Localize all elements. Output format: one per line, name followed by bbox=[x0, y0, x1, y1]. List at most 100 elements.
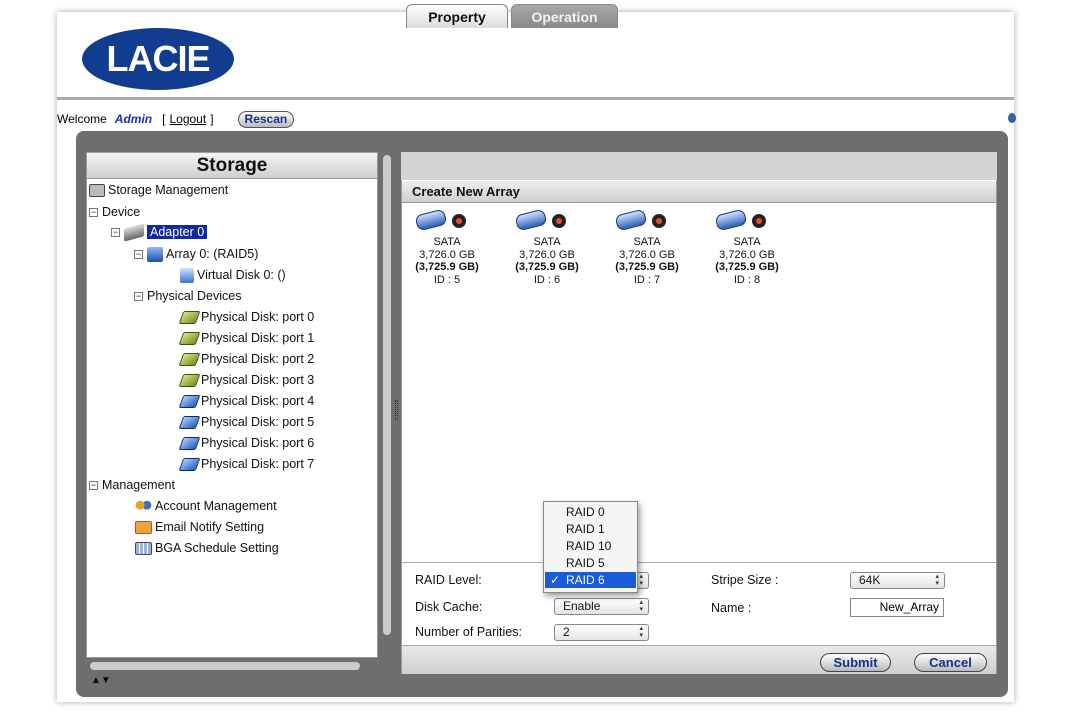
raid-option-raid-1[interactable]: RAID 1 bbox=[545, 521, 636, 537]
tree-vertical-scrollbar[interactable] bbox=[383, 155, 391, 635]
tree-label: Physical Disk: port 7 bbox=[201, 457, 315, 471]
disk-icon bbox=[178, 394, 201, 408]
disk-id: ID : 7 bbox=[633, 273, 661, 286]
parities-label: Number of Parities: bbox=[415, 625, 522, 639]
disk-icon bbox=[178, 457, 201, 471]
collapse-icon[interactable]: − bbox=[89, 480, 98, 490]
user-name: Admin bbox=[114, 112, 153, 126]
disk-cache-select[interactable]: Enable bbox=[554, 598, 649, 615]
tree-device[interactable]: − Device bbox=[89, 203, 140, 221]
disk-card[interactable]: SATA 3,726.0 GB (3,725.9 GB) ID : 7 bbox=[606, 208, 688, 286]
rescan-button[interactable]: Rescan bbox=[237, 110, 295, 128]
raid-level-label: RAID Level: bbox=[415, 573, 482, 587]
sata-disk-icon bbox=[514, 208, 548, 232]
disk-card[interactable]: SATA 3,726.0 GB (3,725.9 GB) ID : 5 bbox=[406, 208, 488, 286]
disk-icon bbox=[178, 415, 201, 429]
disk-icon bbox=[178, 352, 201, 366]
collapse-icon[interactable]: − bbox=[134, 249, 143, 259]
tree-label: Account Management bbox=[155, 499, 277, 513]
status-icon bbox=[452, 214, 466, 228]
submit-button[interactable]: Submit bbox=[820, 653, 891, 672]
disk-icon bbox=[178, 436, 201, 450]
virtual-disk-icon bbox=[180, 267, 194, 283]
tree-bga-schedule-setting[interactable]: BGA Schedule Setting bbox=[135, 539, 279, 557]
panel-splitter-handle[interactable] bbox=[395, 400, 398, 420]
tree-physical-devices[interactable]: − Physical Devices bbox=[134, 287, 241, 305]
disk-type: SATA bbox=[433, 236, 461, 248]
tree-physical-disk-port-4[interactable]: Physical Disk: port 4 bbox=[178, 392, 315, 410]
tree-physical-disk-port-5[interactable]: Physical Disk: port 5 bbox=[178, 413, 314, 431]
status-icon bbox=[552, 214, 566, 228]
bracket-open: [ bbox=[162, 112, 166, 126]
disk-usable-size: (3,725.9 GB) bbox=[715, 261, 779, 273]
collapse-icon[interactable]: − bbox=[134, 291, 143, 301]
tree-virtual-disk-0[interactable]: Virtual Disk 0: () bbox=[180, 266, 286, 284]
tree-management[interactable]: − Management bbox=[89, 476, 175, 494]
name-label: Name : bbox=[711, 601, 752, 615]
users-icon bbox=[135, 499, 152, 513]
array-name-input[interactable]: New_Array bbox=[850, 598, 944, 617]
logo-text: LACIE bbox=[106, 38, 211, 79]
tree-physical-disk-port-1[interactable]: Physical Disk: port 1 bbox=[178, 329, 315, 347]
tree-label: Array 0: (RAID5) bbox=[166, 247, 259, 261]
parities-select[interactable]: 2 bbox=[554, 624, 649, 641]
tree-label: Management bbox=[102, 478, 175, 492]
disk-type: SATA bbox=[633, 236, 661, 248]
disk-picture bbox=[706, 208, 788, 236]
tree-physical-disk-port-3[interactable]: Physical Disk: port 3 bbox=[178, 371, 315, 389]
raid-option-raid-5[interactable]: RAID 5 bbox=[545, 555, 636, 571]
tree-horizontal-scrollbar[interactable] bbox=[90, 662, 360, 670]
tree-label: Virtual Disk 0: () bbox=[197, 268, 286, 282]
adapter-icon bbox=[124, 222, 144, 242]
tree-label: Physical Disk: port 2 bbox=[201, 352, 315, 366]
cancel-button[interactable]: Cancel bbox=[914, 653, 987, 672]
tree-array-0[interactable]: − Array 0: (RAID5) bbox=[134, 245, 258, 263]
tab-bar bbox=[401, 152, 997, 180]
logout-link[interactable]: Logout bbox=[169, 112, 206, 126]
disk-cache-label: Disk Cache: bbox=[415, 600, 483, 614]
tree-email-notify-setting[interactable]: Email Notify Setting bbox=[135, 518, 264, 536]
raid-option-raid-10[interactable]: RAID 10 bbox=[545, 538, 636, 554]
refresh-icon[interactable] bbox=[1008, 113, 1016, 123]
tree-physical-disk-port-7[interactable]: Physical Disk: port 7 bbox=[178, 455, 315, 473]
tree-label: Physical Devices bbox=[147, 289, 242, 303]
disk-picture bbox=[506, 208, 588, 236]
tree-physical-disk-port-6[interactable]: Physical Disk: port 6 bbox=[178, 434, 314, 452]
collapse-icon[interactable]: − bbox=[111, 227, 120, 237]
email-icon bbox=[135, 520, 152, 534]
section-title: Create New Array bbox=[402, 181, 996, 203]
status-icon bbox=[752, 214, 766, 228]
raid-option-raid-0[interactable]: RAID 0 bbox=[545, 504, 636, 520]
tree-account-management[interactable]: Account Management bbox=[135, 497, 277, 515]
tree-physical-disk-port-2[interactable]: Physical Disk: port 2 bbox=[178, 350, 315, 368]
disk-id: ID : 5 bbox=[433, 273, 461, 286]
button-bar bbox=[402, 645, 996, 674]
disk-usable-size: (3,725.9 GB) bbox=[615, 261, 679, 273]
disk-card[interactable]: SATA 3,726.0 GB (3,725.9 GB) ID : 8 bbox=[706, 208, 788, 286]
tree-storage-management[interactable]: Storage Management bbox=[89, 181, 228, 199]
disk-icon bbox=[178, 373, 201, 387]
sata-disk-icon bbox=[614, 208, 648, 232]
collapse-icon[interactable]: − bbox=[89, 207, 98, 217]
raid-option-raid-6[interactable]: ✓ RAID 6 bbox=[545, 572, 636, 588]
tab-property[interactable]: Property bbox=[406, 4, 508, 28]
status-icon bbox=[652, 214, 666, 228]
storage-management-icon bbox=[89, 183, 105, 197]
stripe-size-select[interactable]: 64K bbox=[850, 572, 945, 589]
welcome-text: Welcome bbox=[57, 112, 107, 126]
tree-label: Device bbox=[102, 205, 141, 219]
disk-card[interactable]: SATA 3,726.0 GB (3,725.9 GB) ID : 6 bbox=[506, 208, 588, 286]
tree-physical-disk-port-0[interactable]: Physical Disk: port 0 bbox=[178, 308, 314, 326]
page: LACIE Welcome Admin [ Logout ] Rescan St… bbox=[0, 0, 1076, 716]
tree-label: Physical Disk: port 1 bbox=[201, 331, 315, 345]
disk-picture bbox=[406, 208, 488, 236]
disk-usable-size: (3,725.9 GB) bbox=[415, 261, 479, 273]
tree-label-selected: Adapter 0 bbox=[147, 225, 208, 239]
tree-label: Physical Disk: port 4 bbox=[201, 394, 315, 408]
tree-adapter-0[interactable]: − Adapter 0 bbox=[111, 222, 208, 242]
lacie-logo: LACIE bbox=[82, 28, 234, 90]
raid-level-dropdown: RAID 0 RAID 1 RAID 10 RAID 5 ✓ RAID 6 bbox=[543, 501, 638, 593]
scroll-arrows-icon[interactable]: ▲▼ bbox=[91, 675, 111, 686]
tab-operation[interactable]: Operation bbox=[511, 4, 618, 28]
tree-label: Physical Disk: port 3 bbox=[201, 373, 315, 387]
